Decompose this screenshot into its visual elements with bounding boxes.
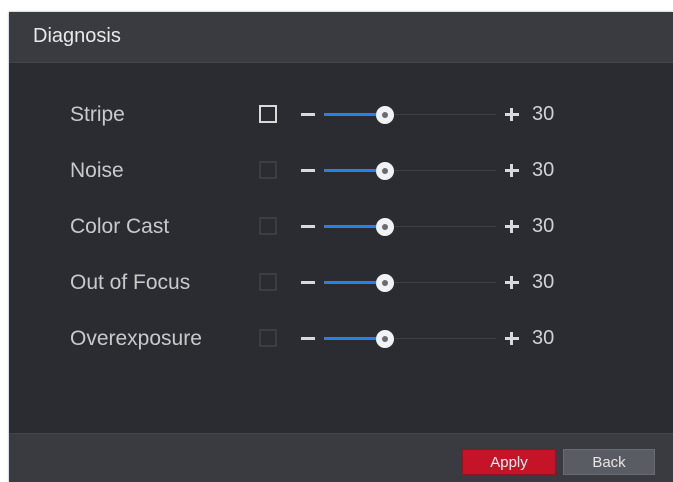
overexposure-label: Overexposure — [70, 327, 202, 350]
row-overexposure: Overexposure 30 — [9, 325, 673, 355]
slider-thumb[interactable] — [376, 162, 394, 180]
overexposure-increase-icon[interactable] — [502, 328, 522, 348]
dialog-footer: Apply Back — [9, 433, 673, 482]
color-cast-decrease-icon[interactable] — [301, 225, 315, 228]
slider-thumb[interactable] — [376, 106, 394, 124]
noise-value: 30 — [532, 159, 555, 181]
noise-checkbox[interactable] — [259, 161, 277, 179]
out-of-focus-increase-icon[interactable] — [502, 272, 522, 292]
stripe-label: Stripe — [70, 103, 125, 126]
dialog-title: Diagnosis — [33, 25, 121, 47]
noise-label: Noise — [70, 159, 124, 182]
overexposure-slider[interactable] — [324, 330, 496, 348]
slider-thumb[interactable] — [376, 274, 394, 292]
slider-thumb[interactable] — [376, 330, 394, 348]
slider-thumb[interactable] — [376, 218, 394, 236]
row-stripe: Stripe 30 — [9, 101, 673, 131]
dialog-titlebar: Diagnosis — [9, 12, 673, 63]
out-of-focus-value: 30 — [532, 271, 555, 293]
out-of-focus-label: Out of Focus — [70, 271, 191, 294]
back-button[interactable]: Back — [563, 449, 655, 475]
color-cast-increase-icon[interactable] — [502, 216, 522, 236]
out-of-focus-slider[interactable] — [324, 274, 496, 292]
color-cast-slider[interactable] — [324, 218, 496, 236]
out-of-focus-checkbox[interactable] — [259, 273, 277, 291]
stripe-increase-icon[interactable] — [502, 104, 522, 124]
apply-button[interactable]: Apply — [462, 449, 556, 475]
color-cast-checkbox[interactable] — [259, 217, 277, 235]
out-of-focus-decrease-icon[interactable] — [301, 281, 315, 284]
stripe-checkbox[interactable] — [259, 105, 277, 123]
color-cast-label: Color Cast — [70, 215, 170, 238]
row-noise: Noise 30 — [9, 157, 673, 187]
noise-slider[interactable] — [324, 162, 496, 180]
row-color-cast: Color Cast 30 — [9, 213, 673, 243]
stripe-decrease-icon[interactable] — [301, 113, 315, 116]
row-out-of-focus: Out of Focus 30 — [9, 269, 673, 299]
stripe-slider[interactable] — [324, 106, 496, 124]
overexposure-decrease-icon[interactable] — [301, 337, 315, 340]
overexposure-value: 30 — [532, 327, 555, 349]
noise-increase-icon[interactable] — [502, 160, 522, 180]
diagnosis-dialog: Diagnosis Stripe 30 Noise 30 Color Cast — [9, 12, 673, 482]
color-cast-value: 30 — [532, 215, 555, 237]
overexposure-checkbox[interactable] — [259, 329, 277, 347]
noise-decrease-icon[interactable] — [301, 169, 315, 172]
stripe-value: 30 — [532, 103, 555, 125]
